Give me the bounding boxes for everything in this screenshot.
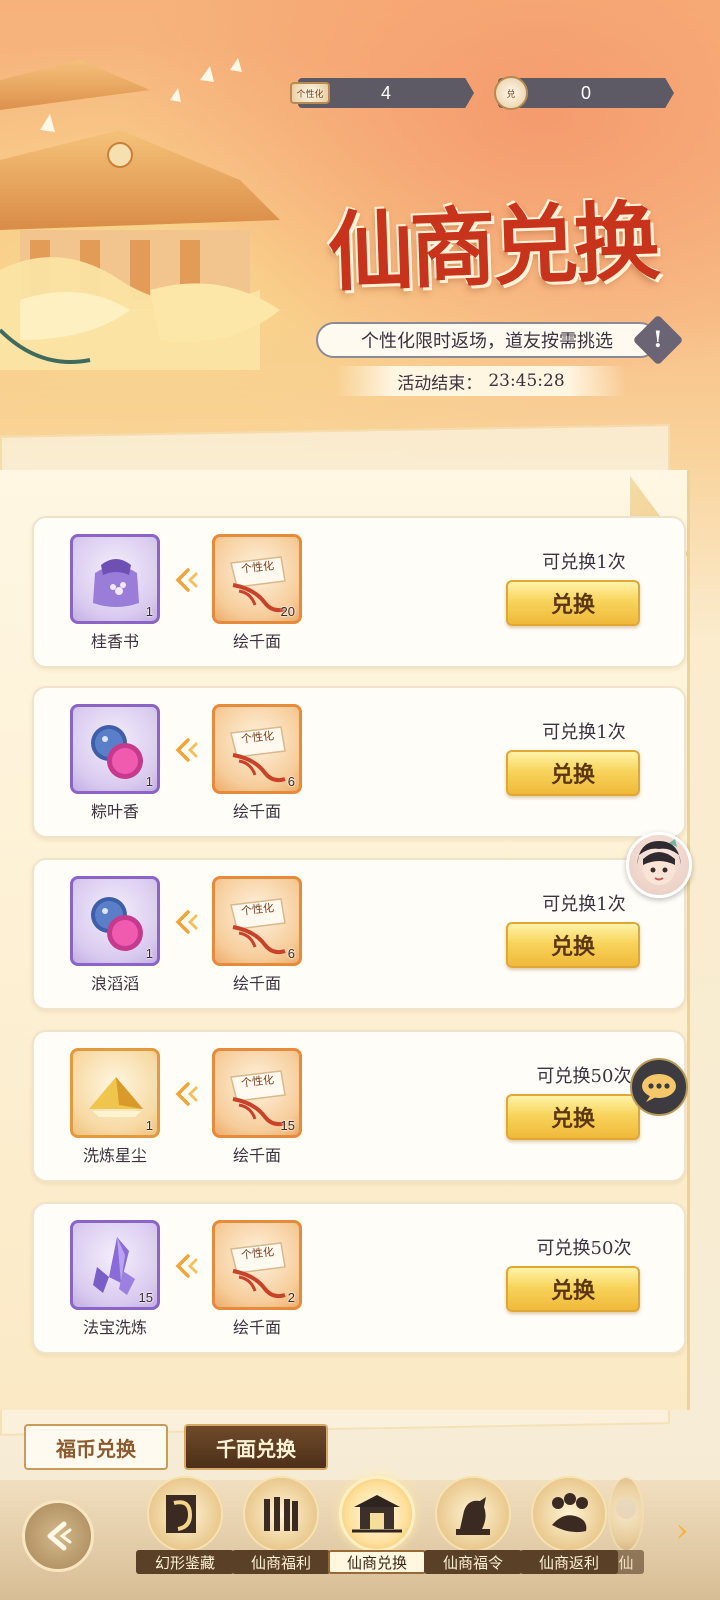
pavilion-illustration <box>0 58 280 370</box>
timer-label: 活动结束： <box>397 373 483 394</box>
cost-name: 绘千面 <box>232 974 281 993</box>
reward-count: 1 <box>145 1118 153 1133</box>
cost-name: 绘千面 <box>232 1318 281 1337</box>
nav-item-5[interactable]: 仙 <box>606 1476 646 1576</box>
cost-item-slot[interactable]: 个性化 15 <box>212 1048 302 1138</box>
reward-count: 15 <box>138 1290 153 1305</box>
exchange-arrow-icon <box>174 1082 204 1106</box>
redeem-button[interactable]: 兑换 <box>506 750 640 796</box>
character-face-icon <box>637 839 681 885</box>
reward-item-icon <box>81 715 151 789</box>
reward-item-slot[interactable]: 1 <box>70 1048 160 1138</box>
reward-count: 1 <box>145 946 153 961</box>
info-symbol: ! <box>653 326 663 353</box>
cost-count: 2 <box>287 1290 295 1305</box>
cost-item-slot[interactable]: 个性化 6 <box>212 876 302 966</box>
cost-item-slot[interactable]: 个性化 6 <box>212 704 302 794</box>
cost-count: 15 <box>280 1118 295 1133</box>
reward-item-slot[interactable]: 1 <box>70 876 160 966</box>
nav-item-3[interactable]: 仙商福令 <box>424 1476 522 1576</box>
personalize-token-icon: 个性化 <box>290 82 330 104</box>
exchange-limit: 可兑换1次 <box>542 722 626 743</box>
event-timer: 活动结束： 23:45:28 <box>336 366 626 396</box>
exchange-arrow-icon <box>174 568 204 592</box>
exchange-card: 1 粽叶香 个性化 6 绘千面 可兑换1次 兑换 <box>32 686 686 838</box>
reward-name: 法宝洗炼 <box>82 1318 147 1337</box>
scroll-bundle-icon <box>243 1476 319 1552</box>
page-title: 仙商兑换 <box>326 191 658 304</box>
redeem-button[interactable]: 兑换 <box>506 922 640 968</box>
scroll-icon-text: 个性化 <box>240 559 275 576</box>
currency-icon-label: 兑 <box>506 89 516 100</box>
scroll-icon-text: 个性化 <box>240 729 275 746</box>
reward-item-icon <box>81 545 151 619</box>
reward-item-icon <box>81 1059 151 1133</box>
reward-name: 粽叶香 <box>90 802 139 821</box>
reward-item-slot[interactable]: 15 <box>70 1220 160 1310</box>
nav-label: 幻形鉴藏 <box>136 1550 234 1574</box>
tab-qianmian-exchange[interactable]: 千面兑换 <box>184 1424 328 1470</box>
exchange-arrow-icon <box>174 738 204 762</box>
redeem-button[interactable]: 兑换 <box>506 1266 640 1312</box>
reward-item-slot[interactable]: 1 <box>70 534 160 624</box>
exchange-arrow-icon <box>174 1254 204 1278</box>
exchange-card: 1 桂香书 个性化 20 绘千面 可兑换1次 兑换 <box>32 516 686 668</box>
cost-count: 6 <box>287 774 295 789</box>
currency-value: 4 <box>380 82 391 103</box>
scroll-icon-text: 个性化 <box>240 901 275 918</box>
nav-label: 仙商福令 <box>424 1550 522 1574</box>
nav-item-0[interactable]: 幻形鉴藏 <box>136 1476 234 1576</box>
redeem-button[interactable]: 兑换 <box>506 1094 640 1140</box>
timer-value: 23:45:28 <box>488 371 565 391</box>
nav-label: 仙商福利 <box>232 1550 330 1574</box>
reward-count: 1 <box>145 604 153 619</box>
cost-name: 绘千面 <box>232 632 281 651</box>
scroll-icon-text: 个性化 <box>240 1073 275 1090</box>
cost-item-slot[interactable]: 个性化 20 <box>212 534 302 624</box>
reward-name: 洗炼星尘 <box>82 1146 147 1165</box>
cost-name: 绘千面 <box>232 802 281 821</box>
tab-fubi-exchange[interactable]: 福币兑换 <box>24 1424 168 1470</box>
currency-icon-label: 个性化 <box>296 89 324 100</box>
reward-item-slot[interactable]: 1 <box>70 704 160 794</box>
reward-name: 浪滔滔 <box>90 974 139 993</box>
exchange-card: 15 法宝洗炼 个性化 2 绘千面 可兑换50次 兑换 <box>32 1202 686 1354</box>
chat-icon <box>642 1074 676 1102</box>
reward-name: 桂香书 <box>90 632 139 651</box>
nav-label: 仙商兑换 <box>328 1550 426 1574</box>
exchange-card: 1 洗炼星尘 个性化 15 绘千面 可兑换50次 兑换 <box>32 1030 686 1182</box>
reward-item-icon <box>81 887 151 961</box>
character-avatar-button[interactable] <box>626 832 692 898</box>
cost-count: 20 <box>280 604 295 619</box>
pavilion-icon <box>339 1476 415 1552</box>
currency-value: 0 <box>580 82 591 103</box>
chat-bubble-button[interactable] <box>630 1058 688 1116</box>
nav-next-arrow-icon[interactable]: › <box>664 1510 700 1550</box>
cost-name: 绘千面 <box>232 1146 281 1165</box>
dragon-icon <box>147 1476 223 1552</box>
nav-item-4[interactable]: 仙商返利 <box>520 1476 618 1576</box>
subtitle-banner: 个性化限时返场，道友按需挑选 <box>316 322 658 358</box>
back-button[interactable] <box>22 1500 94 1572</box>
exchange-coin-icon: 兑 <box>494 76 528 110</box>
exchange-limit: 可兑换50次 <box>536 1238 632 1259</box>
redeem-button[interactable]: 兑换 <box>506 580 640 626</box>
nav-item-1[interactable]: 仙商福利 <box>232 1476 330 1576</box>
subtitle-text: 个性化限时返场，道友按需挑选 <box>361 331 613 352</box>
reward-count: 1 <box>145 774 153 789</box>
cost-count: 6 <box>287 946 295 961</box>
coin-dragon-icon <box>531 1476 607 1552</box>
exchange-card: 1 浪滔滔 个性化 6 绘千面 可兑换1次 兑换 <box>32 858 686 1010</box>
cost-item-slot[interactable]: 个性化 2 <box>212 1220 302 1310</box>
nav-label: 仙商返利 <box>520 1550 618 1574</box>
nav-label: 仙 <box>608 1550 644 1574</box>
horse-statue-icon <box>435 1476 511 1552</box>
back-arrow-icon <box>47 1521 72 1551</box>
scroll-icon-text: 个性化 <box>240 1245 275 1262</box>
partial-icon <box>608 1476 644 1552</box>
nav-item-2[interactable]: 仙商兑换 <box>328 1476 426 1576</box>
exchange-limit: 可兑换1次 <box>542 552 626 573</box>
exchange-arrow-icon <box>174 910 204 934</box>
